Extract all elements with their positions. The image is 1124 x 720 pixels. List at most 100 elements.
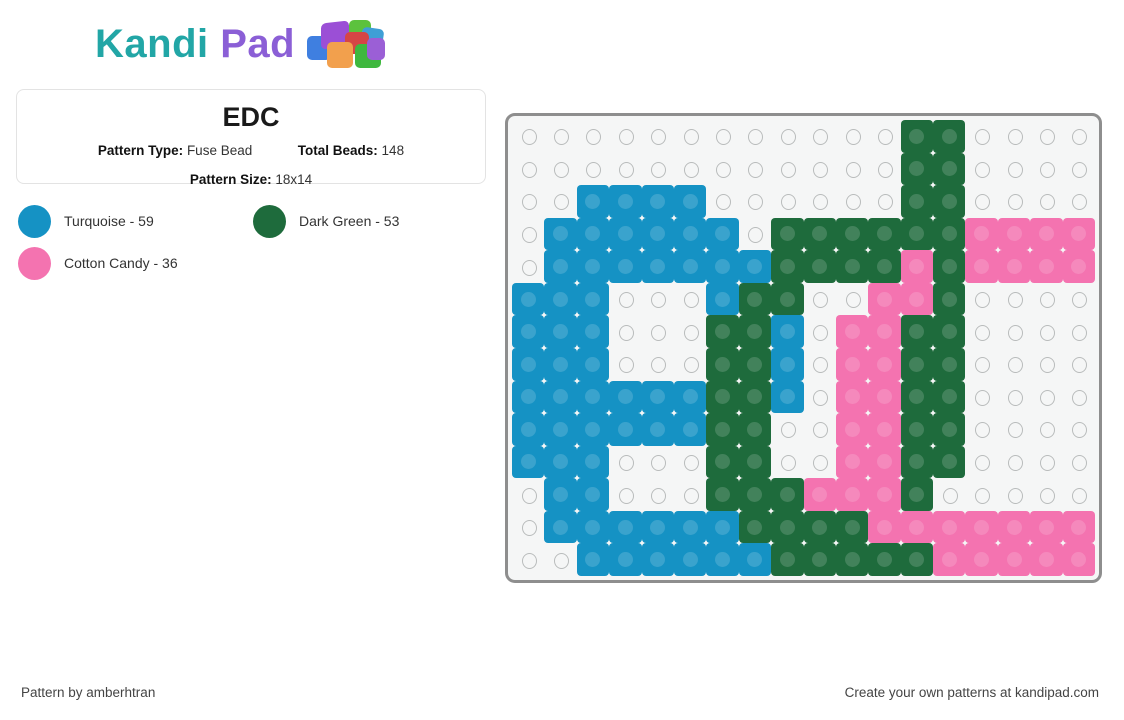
- bead-cell-filled[interactable]: [1062, 217, 1095, 251]
- bead-cell-filled[interactable]: [544, 510, 577, 544]
- bead-cell-empty[interactable]: [771, 120, 803, 153]
- bead-cell-filled[interactable]: [609, 543, 642, 576]
- bead-cell-empty[interactable]: [739, 153, 771, 186]
- bead-cell-filled[interactable]: [997, 543, 1031, 576]
- bead-cell-empty[interactable]: [1030, 413, 1062, 446]
- bead-cell-filled[interactable]: [900, 282, 934, 316]
- bead-cell-empty[interactable]: [1030, 348, 1062, 381]
- bead-cell-filled[interactable]: [900, 315, 934, 348]
- bead-cell-empty[interactable]: [1063, 381, 1095, 414]
- bead-cell-empty[interactable]: [1063, 153, 1095, 186]
- bead-cell-filled[interactable]: [868, 478, 901, 511]
- bead-cell-filled[interactable]: [576, 348, 610, 381]
- bead-cell-empty[interactable]: [642, 446, 674, 479]
- bead-cell-filled[interactable]: [803, 217, 836, 251]
- bead-cell-empty[interactable]: [544, 120, 576, 153]
- bead-cell-empty[interactable]: [965, 413, 997, 446]
- bead-cell-empty[interactable]: [642, 478, 674, 511]
- bead-cell-empty[interactable]: [998, 283, 1030, 316]
- bead-cell-filled[interactable]: [706, 543, 739, 576]
- bead-cell-filled[interactable]: [868, 282, 901, 316]
- bead-cell-empty[interactable]: [836, 153, 868, 186]
- bead-cell-filled[interactable]: [933, 315, 966, 348]
- bead-cell-empty[interactable]: [1063, 283, 1095, 316]
- bead-cell-empty[interactable]: [642, 153, 674, 186]
- bead-cell-filled[interactable]: [835, 217, 869, 251]
- bead-cell-filled[interactable]: [1030, 250, 1063, 283]
- bead-cell-empty[interactable]: [804, 446, 836, 479]
- bead-cell-empty[interactable]: [965, 153, 997, 186]
- bead-cell-filled[interactable]: [933, 185, 966, 218]
- bead-cell-empty[interactable]: [868, 185, 900, 218]
- bead-cell-empty[interactable]: [674, 283, 706, 316]
- bead-cell-filled[interactable]: [576, 413, 610, 446]
- bead-cell-empty[interactable]: [1030, 185, 1062, 218]
- bead-cell-empty[interactable]: [609, 348, 641, 381]
- bead-cell-filled[interactable]: [706, 348, 739, 381]
- bead-cell-filled[interactable]: [576, 510, 610, 544]
- bead-cell-filled[interactable]: [933, 445, 966, 479]
- bead-cell-empty[interactable]: [1063, 315, 1095, 348]
- bead-cell-filled[interactable]: [900, 543, 934, 576]
- bead-cell-filled[interactable]: [576, 250, 610, 283]
- bead-cell-filled[interactable]: [965, 510, 998, 544]
- bead-cell-filled[interactable]: [738, 315, 772, 348]
- bead-cell-empty[interactable]: [512, 120, 544, 153]
- bead-cell-filled[interactable]: [900, 217, 934, 251]
- bead-cell-filled[interactable]: [900, 348, 934, 381]
- bead-cell-filled[interactable]: [933, 250, 966, 283]
- bead-cell-filled[interactable]: [609, 510, 642, 544]
- bead-cell-filled[interactable]: [706, 510, 739, 544]
- bead-cell-filled[interactable]: [641, 510, 674, 544]
- bead-cell-filled[interactable]: [868, 315, 901, 348]
- bead-cell-empty[interactable]: [771, 153, 803, 186]
- bead-cell-empty[interactable]: [609, 153, 641, 186]
- bead-cell-filled[interactable]: [706, 282, 739, 316]
- bead-cell-filled[interactable]: [771, 510, 804, 544]
- bead-cell-filled[interactable]: [576, 282, 610, 316]
- bead-cell-filled[interactable]: [868, 217, 901, 251]
- bead-cell-filled[interactable]: [965, 543, 998, 576]
- bead-cell-filled[interactable]: [771, 282, 804, 316]
- bead-cell-empty[interactable]: [739, 218, 771, 251]
- bead-cell-filled[interactable]: [900, 185, 934, 218]
- bead-cell-filled[interactable]: [738, 348, 772, 381]
- bead-cell-empty[interactable]: [998, 120, 1030, 153]
- bead-cell-filled[interactable]: [641, 185, 674, 218]
- bead-cell-filled[interactable]: [544, 413, 577, 446]
- bead-cell-filled[interactable]: [544, 445, 577, 479]
- bead-cell-empty[interactable]: [933, 478, 965, 511]
- bead-cell-empty[interactable]: [965, 348, 997, 381]
- bead-cell-empty[interactable]: [674, 348, 706, 381]
- bead-cell-empty[interactable]: [739, 120, 771, 153]
- bead-cell-filled[interactable]: [738, 380, 772, 414]
- bead-cell-empty[interactable]: [965, 283, 997, 316]
- bead-cell-empty[interactable]: [771, 185, 803, 218]
- bead-cell-filled[interactable]: [1062, 250, 1095, 283]
- bead-cell-filled[interactable]: [544, 348, 577, 381]
- bead-cell-filled[interactable]: [868, 380, 901, 414]
- bead-cell-filled[interactable]: [933, 217, 966, 251]
- bead-cell-filled[interactable]: [512, 282, 545, 316]
- bead-cell-empty[interactable]: [1030, 120, 1062, 153]
- bead-cell-empty[interactable]: [674, 153, 706, 186]
- bead-cell-empty[interactable]: [642, 283, 674, 316]
- bead-cell-filled[interactable]: [933, 380, 966, 414]
- bead-cell-empty[interactable]: [1030, 478, 1062, 511]
- bead-cell-filled[interactable]: [673, 185, 707, 218]
- bead-cell-filled[interactable]: [1030, 217, 1063, 251]
- bead-cell-empty[interactable]: [998, 478, 1030, 511]
- bead-cell-filled[interactable]: [868, 510, 901, 544]
- bead-cell-filled[interactable]: [933, 282, 966, 316]
- bead-cell-empty[interactable]: [998, 446, 1030, 479]
- bead-cell-filled[interactable]: [738, 510, 772, 544]
- bead-cell-empty[interactable]: [965, 185, 997, 218]
- bead-cell-empty[interactable]: [577, 120, 609, 153]
- bead-cell-empty[interactable]: [642, 120, 674, 153]
- bead-cell-empty[interactable]: [1030, 381, 1062, 414]
- bead-cell-filled[interactable]: [576, 217, 610, 251]
- bead-cell-filled[interactable]: [576, 543, 610, 576]
- bead-cell-empty[interactable]: [642, 315, 674, 348]
- bead-cell-filled[interactable]: [803, 543, 836, 576]
- bead-cell-filled[interactable]: [771, 250, 804, 283]
